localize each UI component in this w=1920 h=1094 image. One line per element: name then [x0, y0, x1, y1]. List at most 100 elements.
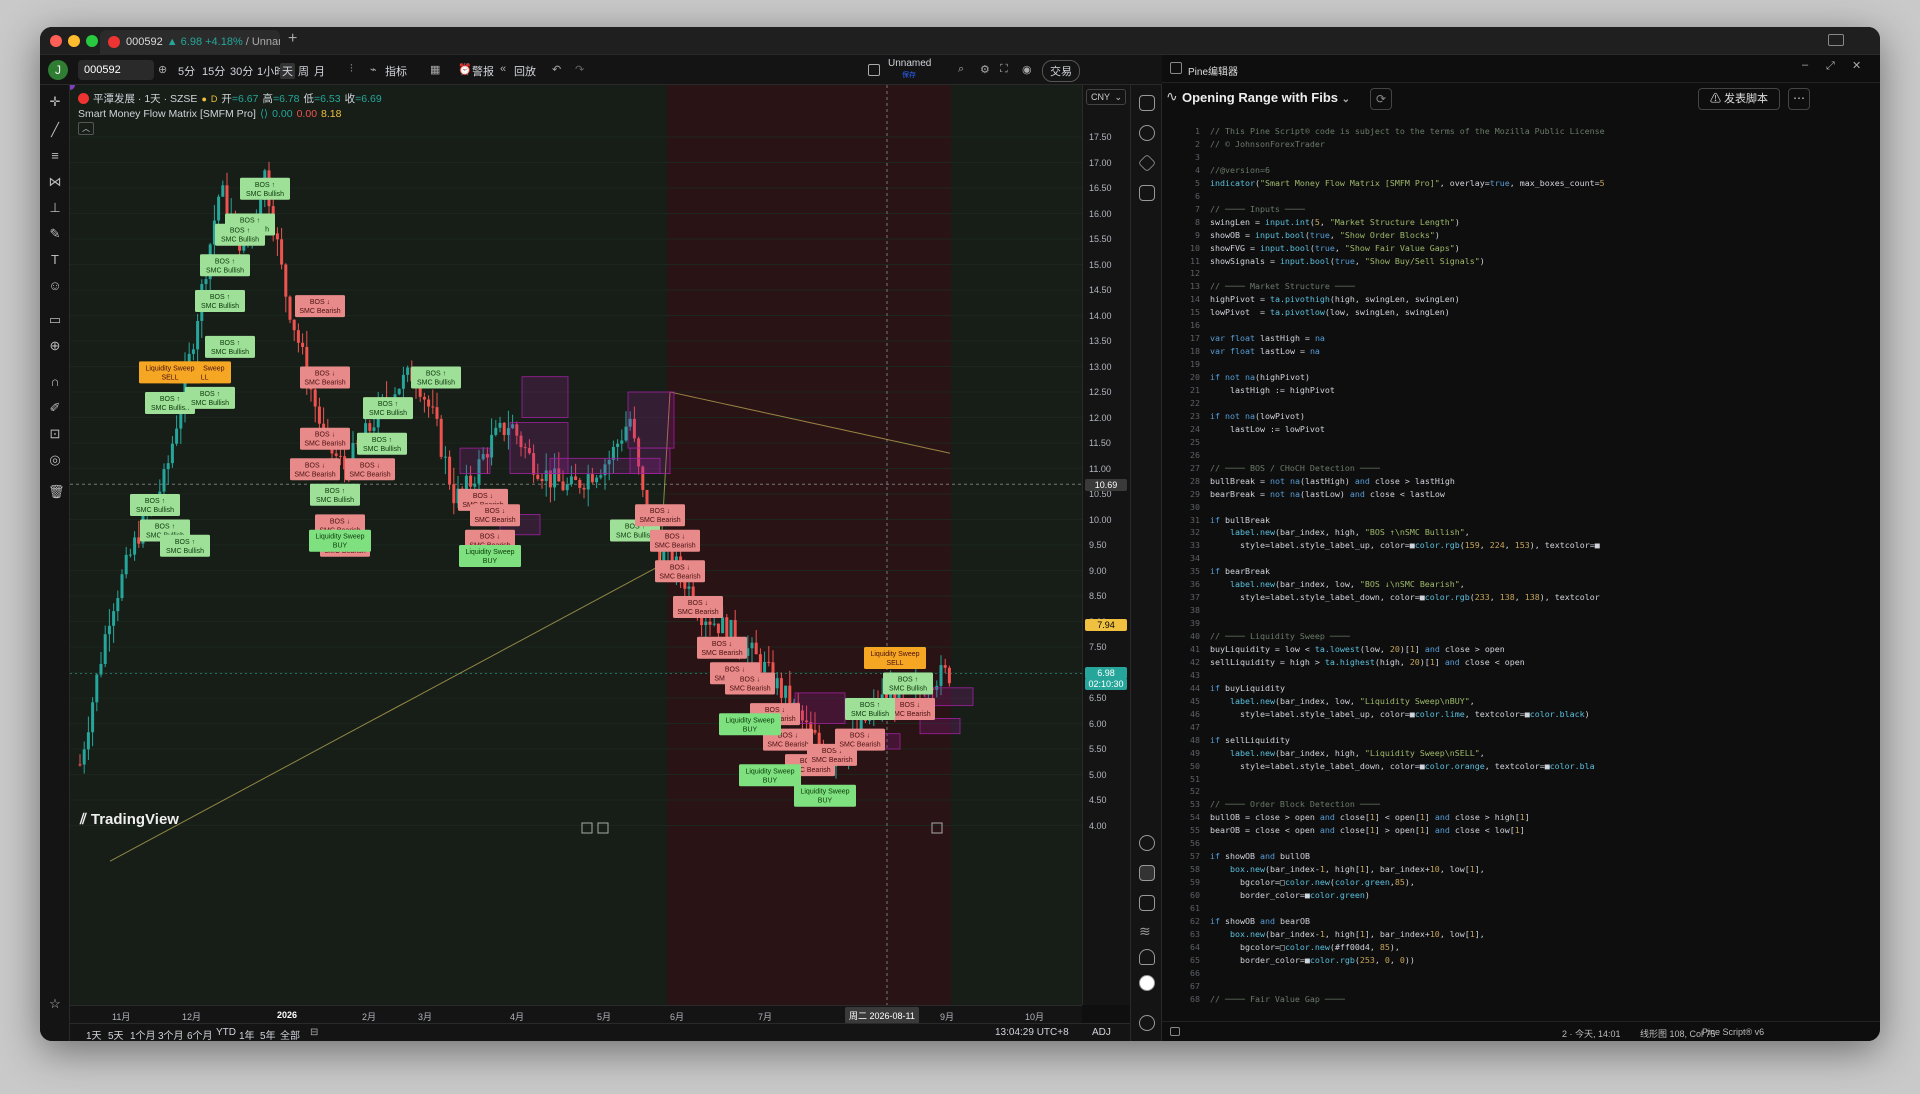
- feed-icon[interactable]: ≋: [1139, 923, 1155, 939]
- range-1d[interactable]: 1天: [86, 1027, 102, 1041]
- chat-icon[interactable]: [1139, 185, 1155, 201]
- fullscreen-icon[interactable]: ⛶: [1000, 63, 1008, 76]
- code-line[interactable]: if bullBreak: [1210, 514, 1270, 527]
- time-axis[interactable]: 11月12月20262月3月4月5月6月7月8月9月10月周二 2026-08-…: [70, 1005, 1082, 1024]
- redo-icon[interactable]: ↷: [575, 63, 584, 76]
- lock-drawing-icon[interactable]: ✐: [48, 401, 62, 415]
- code-line[interactable]: style=label.style_label_down, color=■col…: [1210, 591, 1600, 604]
- console-icon[interactable]: [1170, 1027, 1180, 1036]
- code-line[interactable]: // ──── Market Structure ────: [1210, 280, 1355, 293]
- trade-button[interactable]: 交易: [1042, 60, 1080, 82]
- notifications-icon[interactable]: [1139, 949, 1155, 965]
- zoom-tool-icon[interactable]: ⊕: [48, 339, 62, 353]
- refresh-icon[interactable]: ⟳: [1370, 88, 1392, 110]
- code-line[interactable]: if not na(lowPivot): [1210, 410, 1305, 423]
- camera-icon[interactable]: ◉: [1022, 63, 1032, 76]
- code-line[interactable]: border_color=■color.green): [1210, 889, 1370, 902]
- trash-icon[interactable]: 🗑: [48, 485, 65, 499]
- code-line[interactable]: if showOB and bearOB: [1210, 915, 1310, 928]
- pine-editor-icon[interactable]: [1139, 865, 1155, 881]
- code-line[interactable]: if bearBreak: [1210, 565, 1270, 578]
- layers-icon[interactable]: [1137, 153, 1157, 173]
- code-line[interactable]: if buyLiquidity: [1210, 682, 1285, 695]
- indicator-settings-icon[interactable]: ⟨⟩: [260, 108, 268, 120]
- interval-day[interactable]: 天: [280, 63, 295, 79]
- code-line[interactable]: box.new(bar_index-1, high[1], bar_index+…: [1210, 928, 1485, 941]
- interval-week[interactable]: 周: [298, 63, 309, 79]
- status-version[interactable]: Pine Script® v6: [1702, 1027, 1764, 1037]
- code-line[interactable]: style=label.style_label_down, color=■col…: [1210, 760, 1595, 773]
- code-line[interactable]: indicator("Smart Money Flow Matrix [SMFM…: [1210, 177, 1605, 190]
- interval-5m[interactable]: 5分: [178, 63, 195, 79]
- help-icon[interactable]: [1139, 1015, 1155, 1031]
- text-tool-icon[interactable]: T: [48, 253, 62, 267]
- code-line[interactable]: // © JohnsonForexTrader: [1210, 138, 1325, 151]
- avatar[interactable]: J: [48, 60, 68, 80]
- apps-grid-icon[interactable]: [1139, 975, 1155, 991]
- price-axis[interactable]: 17.50 17.00 16.50 16.00 15.50 15.00 14.50 14.00…: [1082, 85, 1130, 1005]
- range-all[interactable]: 全部: [280, 1027, 300, 1041]
- maximize-window-button[interactable]: [86, 35, 98, 47]
- alerts-clock-icon[interactable]: [1139, 125, 1155, 141]
- code-line[interactable]: var float lastLow = na: [1210, 345, 1320, 358]
- layout-name[interactable]: Unnamed: [888, 58, 931, 69]
- layout-checkbox[interactable]: [868, 64, 880, 76]
- legend-indicator-name[interactable]: Smart Money Flow Matrix [SMFM Pro]: [78, 108, 256, 120]
- interval-30m[interactable]: 30分: [230, 63, 253, 79]
- code-line[interactable]: // ──── Liquidity Sweep ────: [1210, 630, 1350, 643]
- code-line[interactable]: bearOB = close < open and close[1] > ope…: [1210, 824, 1525, 837]
- collapse-legend-icon[interactable]: ︿: [78, 122, 94, 135]
- ruler-tool-icon[interactable]: ▭: [48, 313, 62, 327]
- code-line[interactable]: label.new(bar_index, low, "BOS ↓\nSMC Be…: [1210, 578, 1465, 591]
- compare-add-icon[interactable]: ⊕: [158, 63, 167, 76]
- more-options-icon[interactable]: ⋯: [1788, 88, 1810, 110]
- pine-maximize-icon[interactable]: ⤢: [1826, 60, 1835, 73]
- code-line[interactable]: style=label.style_label_up, color=■color…: [1210, 708, 1590, 721]
- candlestick-chart[interactable]: BOS ↑ SMC Bullish BOS ↑ SMC Bullish BOS ↑ SMC…: [70, 85, 1082, 1005]
- code-line[interactable]: showFVG = input.bool(true, "Show Fair Va…: [1210, 242, 1460, 255]
- pine-minimize-icon[interactable]: –: [1802, 59, 1808, 71]
- publish-script-button[interactable]: ⚠ 发表脚本: [1698, 88, 1780, 110]
- range-5y[interactable]: 5年: [260, 1027, 276, 1041]
- pine-script-title[interactable]: Opening Range with Fibs ⌄: [1182, 90, 1350, 105]
- code-line[interactable]: lastLow := lowPivot: [1210, 423, 1325, 436]
- interval-month[interactable]: 月: [314, 63, 325, 79]
- code-line[interactable]: showOB = input.bool(true, "Show Order Bl…: [1210, 229, 1440, 242]
- quick-search-icon[interactable]: ⌕: [958, 63, 964, 76]
- alert-button[interactable]: 警报: [472, 63, 494, 79]
- code-line[interactable]: bgcolor=□color.new(color.green,85),: [1210, 876, 1415, 889]
- code-editor[interactable]: 1 // This Pine Script® code is subject to…: [1162, 125, 1880, 1005]
- emoji-tool-icon[interactable]: ☺: [48, 279, 62, 293]
- code-line[interactable]: //@version=6: [1210, 164, 1270, 177]
- range-1y[interactable]: 1年: [239, 1027, 255, 1041]
- code-line[interactable]: bearBreak = not na(lastLow) and close < …: [1210, 488, 1445, 501]
- symbol-search-input[interactable]: 000592: [78, 60, 154, 80]
- fib-tool-icon[interactable]: ≡: [48, 149, 62, 163]
- pattern-tool-icon[interactable]: ⋈: [48, 175, 62, 189]
- code-line[interactable]: style=label.style_label_up, color=■color…: [1210, 539, 1600, 552]
- code-line[interactable]: border_color=■color.rgb(253, 0, 0)): [1210, 954, 1415, 967]
- code-line[interactable]: swingLen = input.int(5, "Market Structur…: [1210, 216, 1460, 229]
- brush-tool-icon[interactable]: ✎: [48, 227, 62, 241]
- replay-button[interactable]: 回放: [514, 63, 536, 79]
- code-line[interactable]: box.new(bar_index-1, high[1], bar_index+…: [1210, 863, 1485, 876]
- code-line[interactable]: bgcolor=□color.new(#ff00d4, 85),: [1210, 941, 1400, 954]
- magnet-tool-icon[interactable]: ∩: [48, 375, 62, 389]
- legend-symbol[interactable]: 平潭发展 · 1天 · SZSE: [93, 91, 197, 106]
- lock-icon[interactable]: ⊡: [48, 427, 62, 441]
- code-line[interactable]: label.new(bar_index, high, "Liquidity Sw…: [1210, 747, 1485, 760]
- adj-toggle[interactable]: ADJ: [1092, 1027, 1111, 1038]
- screen-icon[interactable]: [1828, 34, 1844, 46]
- range-3m[interactable]: 3个月: [158, 1027, 184, 1041]
- goto-date-icon[interactable]: ⊟: [310, 1027, 318, 1038]
- candle-style-icon[interactable]: ⫶: [350, 63, 353, 76]
- alert-icon[interactable]: ⏰: [458, 63, 472, 76]
- code-line[interactable]: buyLiquidity = low < ta.lowest(low, 20)[…: [1210, 643, 1505, 656]
- code-line[interactable]: // This Pine Script® code is subject to …: [1210, 125, 1605, 138]
- watchlist-icon[interactable]: [1139, 95, 1155, 111]
- templates-icon[interactable]: ▦: [430, 63, 440, 76]
- forecast-tool-icon[interactable]: ⊥: [48, 201, 62, 215]
- code-line[interactable]: lowPivot = ta.pivotlow(low, swingLen, sw…: [1210, 306, 1450, 319]
- range-6m[interactable]: 6个月: [187, 1027, 213, 1041]
- crosshair-tool-icon[interactable]: ✛: [48, 95, 62, 109]
